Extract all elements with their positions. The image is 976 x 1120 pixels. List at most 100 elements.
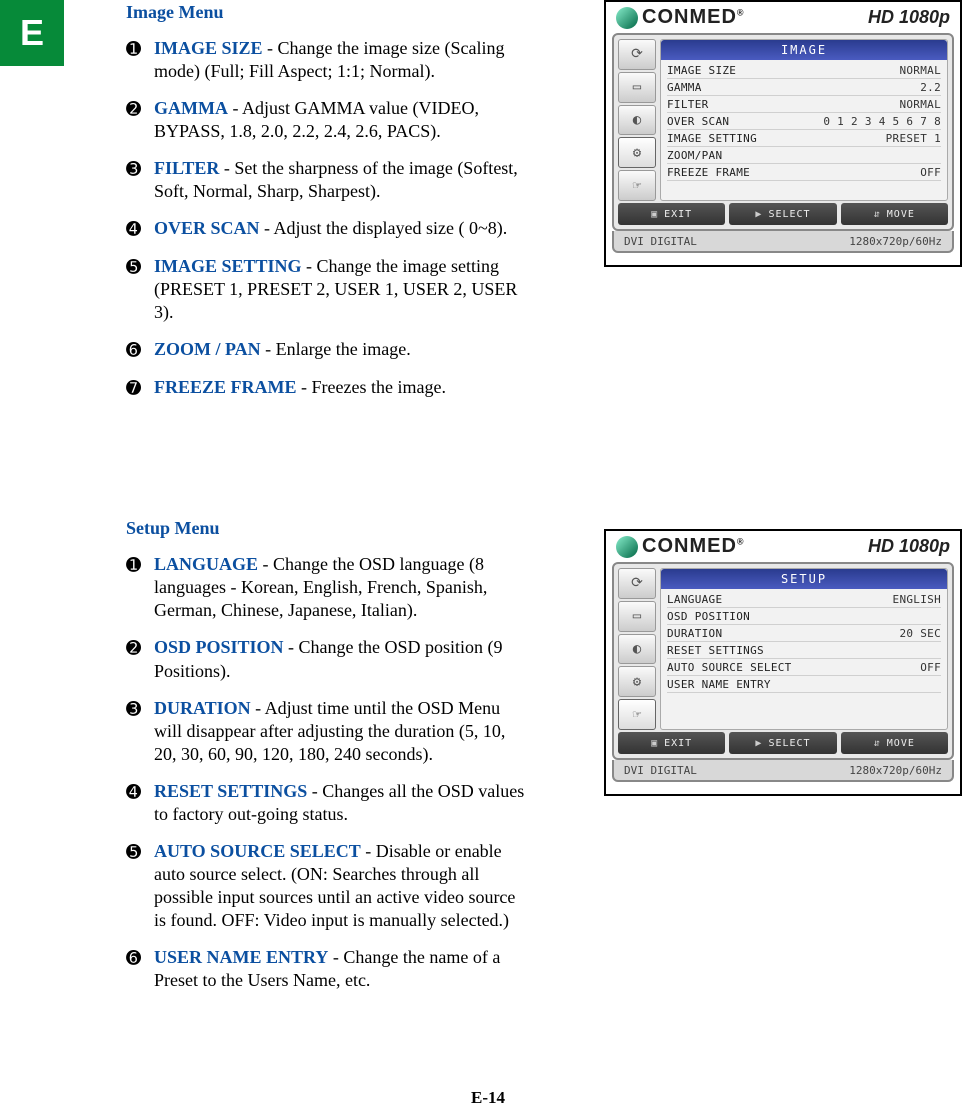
item-term: DURATION xyxy=(154,698,251,718)
item-text: USER NAME ENTRY - Change the name of a P… xyxy=(154,946,526,992)
osd-row-value: 2.2 xyxy=(920,81,941,94)
tab-column: ⟳▭◐⚙☞ xyxy=(618,39,656,201)
menu-icon: ▣ xyxy=(651,738,658,749)
osd-panel: IMAGE IMAGE SIZENORMALGAMMA2.2FILTERNORM… xyxy=(660,39,948,201)
osd-panel: SETUP LANGUAGEENGLISHOSD POSITIONDURATIO… xyxy=(660,568,948,730)
osd-row-key: IMAGE SIZE xyxy=(667,64,736,77)
osd-row-key: OSD POSITION xyxy=(667,610,750,623)
list-item: ➏USER NAME ENTRY - Change the name of a … xyxy=(126,946,526,992)
logo-icon xyxy=(616,7,638,29)
item-term: USER NAME ENTRY xyxy=(154,947,328,967)
item-text: GAMMA - Adjust GAMMA value (VIDEO, BYPAS… xyxy=(154,97,526,143)
list-item: ➋GAMMA - Adjust GAMMA value (VIDEO, BYPA… xyxy=(126,97,526,143)
image-menu-list: ➊IMAGE SIZE - Change the image size (Sca… xyxy=(126,37,526,400)
osd-row: ZOOM/PAN xyxy=(667,147,941,164)
panel-rows: LANGUAGE ENGLISH OSD POSITION DURATION 20 SE… xyxy=(661,589,947,695)
item-number-icon: ➌ xyxy=(126,157,154,181)
item-text: AUTO SOURCE SELECT - Disable or enable a… xyxy=(154,840,526,932)
osd-row-value: NORMAL xyxy=(899,64,941,77)
item-desc: - Freezes the image. xyxy=(297,377,446,397)
osd-tab: ⚙ xyxy=(618,137,656,168)
item-text: FILTER - Set the sharpness of the image … xyxy=(154,157,526,203)
item-desc: - Enlarge the image. xyxy=(261,339,411,359)
osd-tab: ◐ xyxy=(618,634,656,665)
osd-row-value: OFF xyxy=(920,166,941,179)
updown-icon: ⇵ xyxy=(874,738,881,749)
menu-icon: ▣ xyxy=(651,209,658,220)
brand-logo: CONMED® xyxy=(616,535,745,558)
osd-row-key: GAMMA xyxy=(667,81,702,94)
updown-icon: ⇵ xyxy=(874,209,881,220)
item-term: IMAGE SIZE xyxy=(154,38,263,58)
osd-tab: ☞ xyxy=(618,170,656,201)
item-number-icon: ➊ xyxy=(126,37,154,61)
brand-logo: CONMED® xyxy=(616,6,745,29)
status-mode: 1280x720p/60Hz xyxy=(849,235,942,248)
osd-row-key: ZOOM/PAN xyxy=(667,149,722,162)
item-number-icon: ➐ xyxy=(126,376,154,400)
osd-screenshot-setup: CONMED® HD 1080p ⟳▭◐⚙☞ SETUP LANGUAGEENG… xyxy=(604,529,962,796)
logo-icon xyxy=(616,536,638,558)
item-term: FREEZE FRAME xyxy=(154,377,297,397)
osd-row: USER NAME ENTRY xyxy=(667,676,941,693)
osd-row-value: OFF xyxy=(920,661,941,674)
osd-row-key: RESET SETTINGS xyxy=(667,644,764,657)
model-label: HD 1080p xyxy=(868,536,950,557)
play-icon: ▶ xyxy=(755,738,762,749)
item-number-icon: ➎ xyxy=(126,255,154,279)
item-number-icon: ➋ xyxy=(126,97,154,121)
osd-row-value: ENGLISH xyxy=(893,593,941,606)
item-number-icon: ➍ xyxy=(126,780,154,804)
item-term: ZOOM / PAN xyxy=(154,339,261,359)
status-mode: 1280x720p/60Hz xyxy=(849,764,942,777)
nav-move: ⇵MOVE xyxy=(841,732,948,754)
osd-row-key: FILTER xyxy=(667,98,709,111)
osd-row-key: USER NAME ENTRY xyxy=(667,678,771,691)
list-item: ➎IMAGE SETTING - Change the image settin… xyxy=(126,255,526,324)
item-number-icon: ➏ xyxy=(126,946,154,970)
item-term: FILTER xyxy=(154,158,219,178)
item-number-icon: ➌ xyxy=(126,697,154,721)
osd-row-value: 20 SEC xyxy=(899,627,941,640)
osd-tab: ☞ xyxy=(618,699,656,730)
item-term: GAMMA xyxy=(154,98,228,118)
item-term: RESET SETTINGS xyxy=(154,781,307,801)
item-term: LANGUAGE xyxy=(154,554,258,574)
status-source: DVI DIGITAL xyxy=(624,764,697,777)
osd-row-key: LANGUAGE xyxy=(667,593,722,606)
nav-select: ▶SELECT xyxy=(729,732,836,754)
item-text: ZOOM / PAN - Enlarge the image. xyxy=(154,338,526,361)
osd-row-key: IMAGE SETTING xyxy=(667,132,757,145)
item-text: OVER SCAN - Adjust the displayed size ( … xyxy=(154,217,526,240)
list-item: ➋OSD POSITION - Change the OSD position … xyxy=(126,636,526,682)
osd-row-key: DURATION xyxy=(667,627,722,640)
osd-tab: ⟳ xyxy=(618,39,656,70)
item-text: LANGUAGE - Change the OSD language (8 la… xyxy=(154,553,526,622)
list-item: ➊LANGUAGE - Change the OSD language (8 l… xyxy=(126,553,526,622)
status-source: DVI DIGITAL xyxy=(624,235,697,248)
nav-exit: ▣EXIT xyxy=(618,732,725,754)
osd-row: OVER SCAN0 1 2 3 4 5 6 7 8 xyxy=(667,113,941,130)
osd-statusbar: DVI DIGITAL 1280x720p/60Hz xyxy=(612,231,954,253)
osd-row: FREEZE FRAMEOFF xyxy=(667,164,941,181)
osd-row-value: 0 1 2 3 4 5 6 7 8 xyxy=(823,115,941,128)
brand-text: CONMED® xyxy=(642,6,745,29)
section-tab: E xyxy=(0,0,64,66)
item-term: OSD POSITION xyxy=(154,637,284,657)
osd-tab: ◐ xyxy=(618,105,656,136)
item-text: OSD POSITION - Change the OSD position (… xyxy=(154,636,526,682)
tab-column: ⟳▭◐⚙☞ xyxy=(618,568,656,730)
item-term: IMAGE SETTING xyxy=(154,256,302,276)
list-item: ➌FILTER - Set the sharpness of the image… xyxy=(126,157,526,203)
item-desc: - Adjust the displayed size ( 0~8). xyxy=(260,218,508,238)
osd-row: AUTO SOURCE SELECT OFF xyxy=(667,659,941,676)
osd-row-key: AUTO SOURCE SELECT xyxy=(667,661,792,674)
setup-menu-list: ➊LANGUAGE - Change the OSD language (8 l… xyxy=(126,553,526,992)
osd-row-value: PRESET 1 xyxy=(886,132,941,145)
nav-exit: ▣EXIT xyxy=(618,203,725,225)
osd-tab: ⟳ xyxy=(618,568,656,599)
list-item: ➍RESET SETTINGS - Changes all the OSD va… xyxy=(126,780,526,826)
item-text: IMAGE SETTING - Change the image setting… xyxy=(154,255,526,324)
brand-text: CONMED® xyxy=(642,535,745,558)
osd-statusbar: DVI DIGITAL 1280x720p/60Hz xyxy=(612,760,954,782)
